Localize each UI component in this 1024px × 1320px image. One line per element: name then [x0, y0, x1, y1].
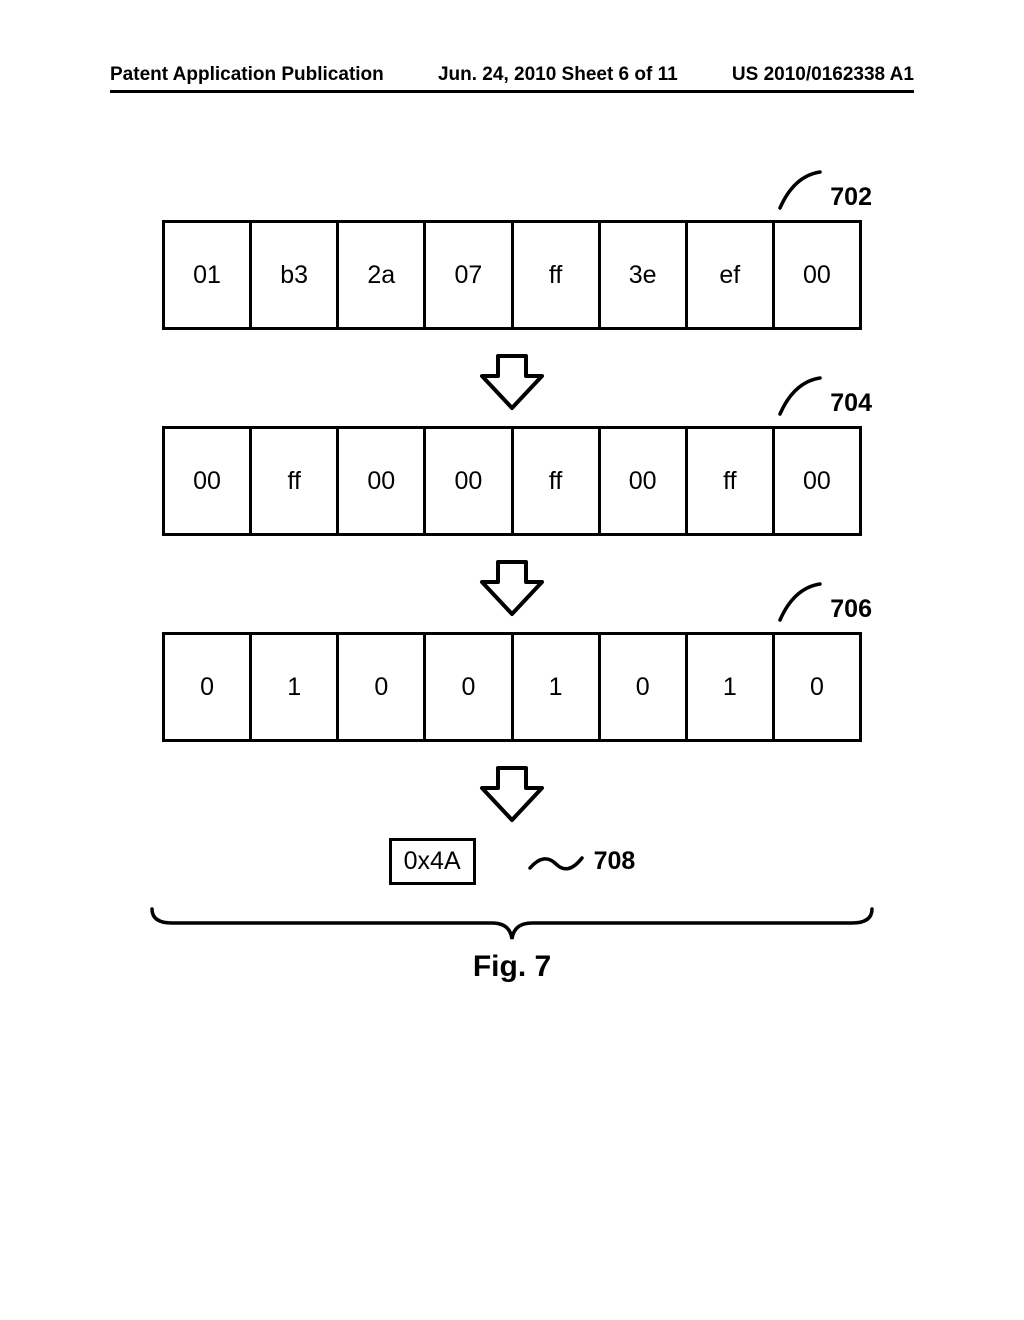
byte-cell: 0 — [339, 635, 426, 739]
underbrace-icon — [142, 903, 882, 943]
byte-cell: 0 — [601, 635, 688, 739]
ref-708: 708 — [594, 847, 636, 876]
byte-cell: 00 — [339, 429, 426, 533]
header-rule — [110, 90, 914, 93]
page-header: Patent Application Publication Jun. 24, … — [0, 64, 1024, 86]
byte-row-706-block: 706 0 1 0 0 1 0 1 0 — [130, 632, 894, 742]
arrow-down-icon — [476, 556, 548, 620]
byte-cell: 00 — [775, 223, 862, 327]
result-box: 0x4A — [389, 838, 476, 885]
callout-curve-icon — [776, 168, 824, 212]
byte-cell: 0 — [426, 635, 513, 739]
ref-704: 704 — [830, 389, 872, 418]
callout-curve-icon — [776, 374, 824, 418]
header-right: US 2010/0162338 A1 — [732, 64, 914, 86]
byte-cell: ff — [514, 429, 601, 533]
callout-curve-icon — [776, 580, 824, 624]
byte-cell: b3 — [252, 223, 339, 327]
byte-cell: 00 — [775, 429, 862, 533]
byte-cell: 00 — [601, 429, 688, 533]
byte-cell: ff — [688, 429, 775, 533]
byte-cell: ff — [514, 223, 601, 327]
byte-cell: ef — [688, 223, 775, 327]
byte-row-704-block: 704 00 ff 00 00 ff 00 ff 00 — [130, 426, 894, 536]
callout-708: 708 — [526, 847, 636, 876]
byte-cell: 0 — [165, 635, 252, 739]
header-center: Jun. 24, 2010 Sheet 6 of 11 — [438, 64, 678, 86]
callout-704: 704 — [776, 374, 872, 418]
byte-cell: 00 — [426, 429, 513, 533]
header-left: Patent Application Publication — [110, 64, 384, 86]
figure-label: Fig. 7 — [130, 950, 894, 984]
byte-cell: 07 — [426, 223, 513, 327]
byte-cell: 2a — [339, 223, 426, 327]
ref-702: 702 — [830, 183, 872, 212]
patent-page: Patent Application Publication Jun. 24, … — [0, 0, 1024, 1320]
byte-cell: 01 — [165, 223, 252, 327]
byte-cell: 1 — [252, 635, 339, 739]
arrow-down-icon — [476, 762, 548, 826]
byte-row-704: 00 ff 00 00 ff 00 ff 00 — [162, 426, 862, 536]
figure-7-diagram: 702 01 b3 2a 07 ff 3e ef 00 704 — [130, 220, 894, 984]
byte-cell: 0 — [775, 635, 862, 739]
ref-706: 706 — [830, 595, 872, 624]
byte-row-702-block: 702 01 b3 2a 07 ff 3e ef 00 — [130, 220, 894, 330]
byte-row-702: 01 b3 2a 07 ff 3e ef 00 — [162, 220, 862, 330]
byte-cell: 3e — [601, 223, 688, 327]
byte-cell: 1 — [514, 635, 601, 739]
arrow-down-icon — [476, 350, 548, 414]
callout-tilde-icon — [526, 848, 586, 876]
byte-cell: 1 — [688, 635, 775, 739]
byte-cell: 00 — [165, 429, 252, 533]
result-row: 0x4A 708 — [130, 838, 894, 885]
callout-706: 706 — [776, 580, 872, 624]
byte-cell: ff — [252, 429, 339, 533]
callout-702: 702 — [776, 168, 872, 212]
byte-row-706: 0 1 0 0 1 0 1 0 — [162, 632, 862, 742]
figure-brace: Fig. 7 — [130, 903, 894, 984]
